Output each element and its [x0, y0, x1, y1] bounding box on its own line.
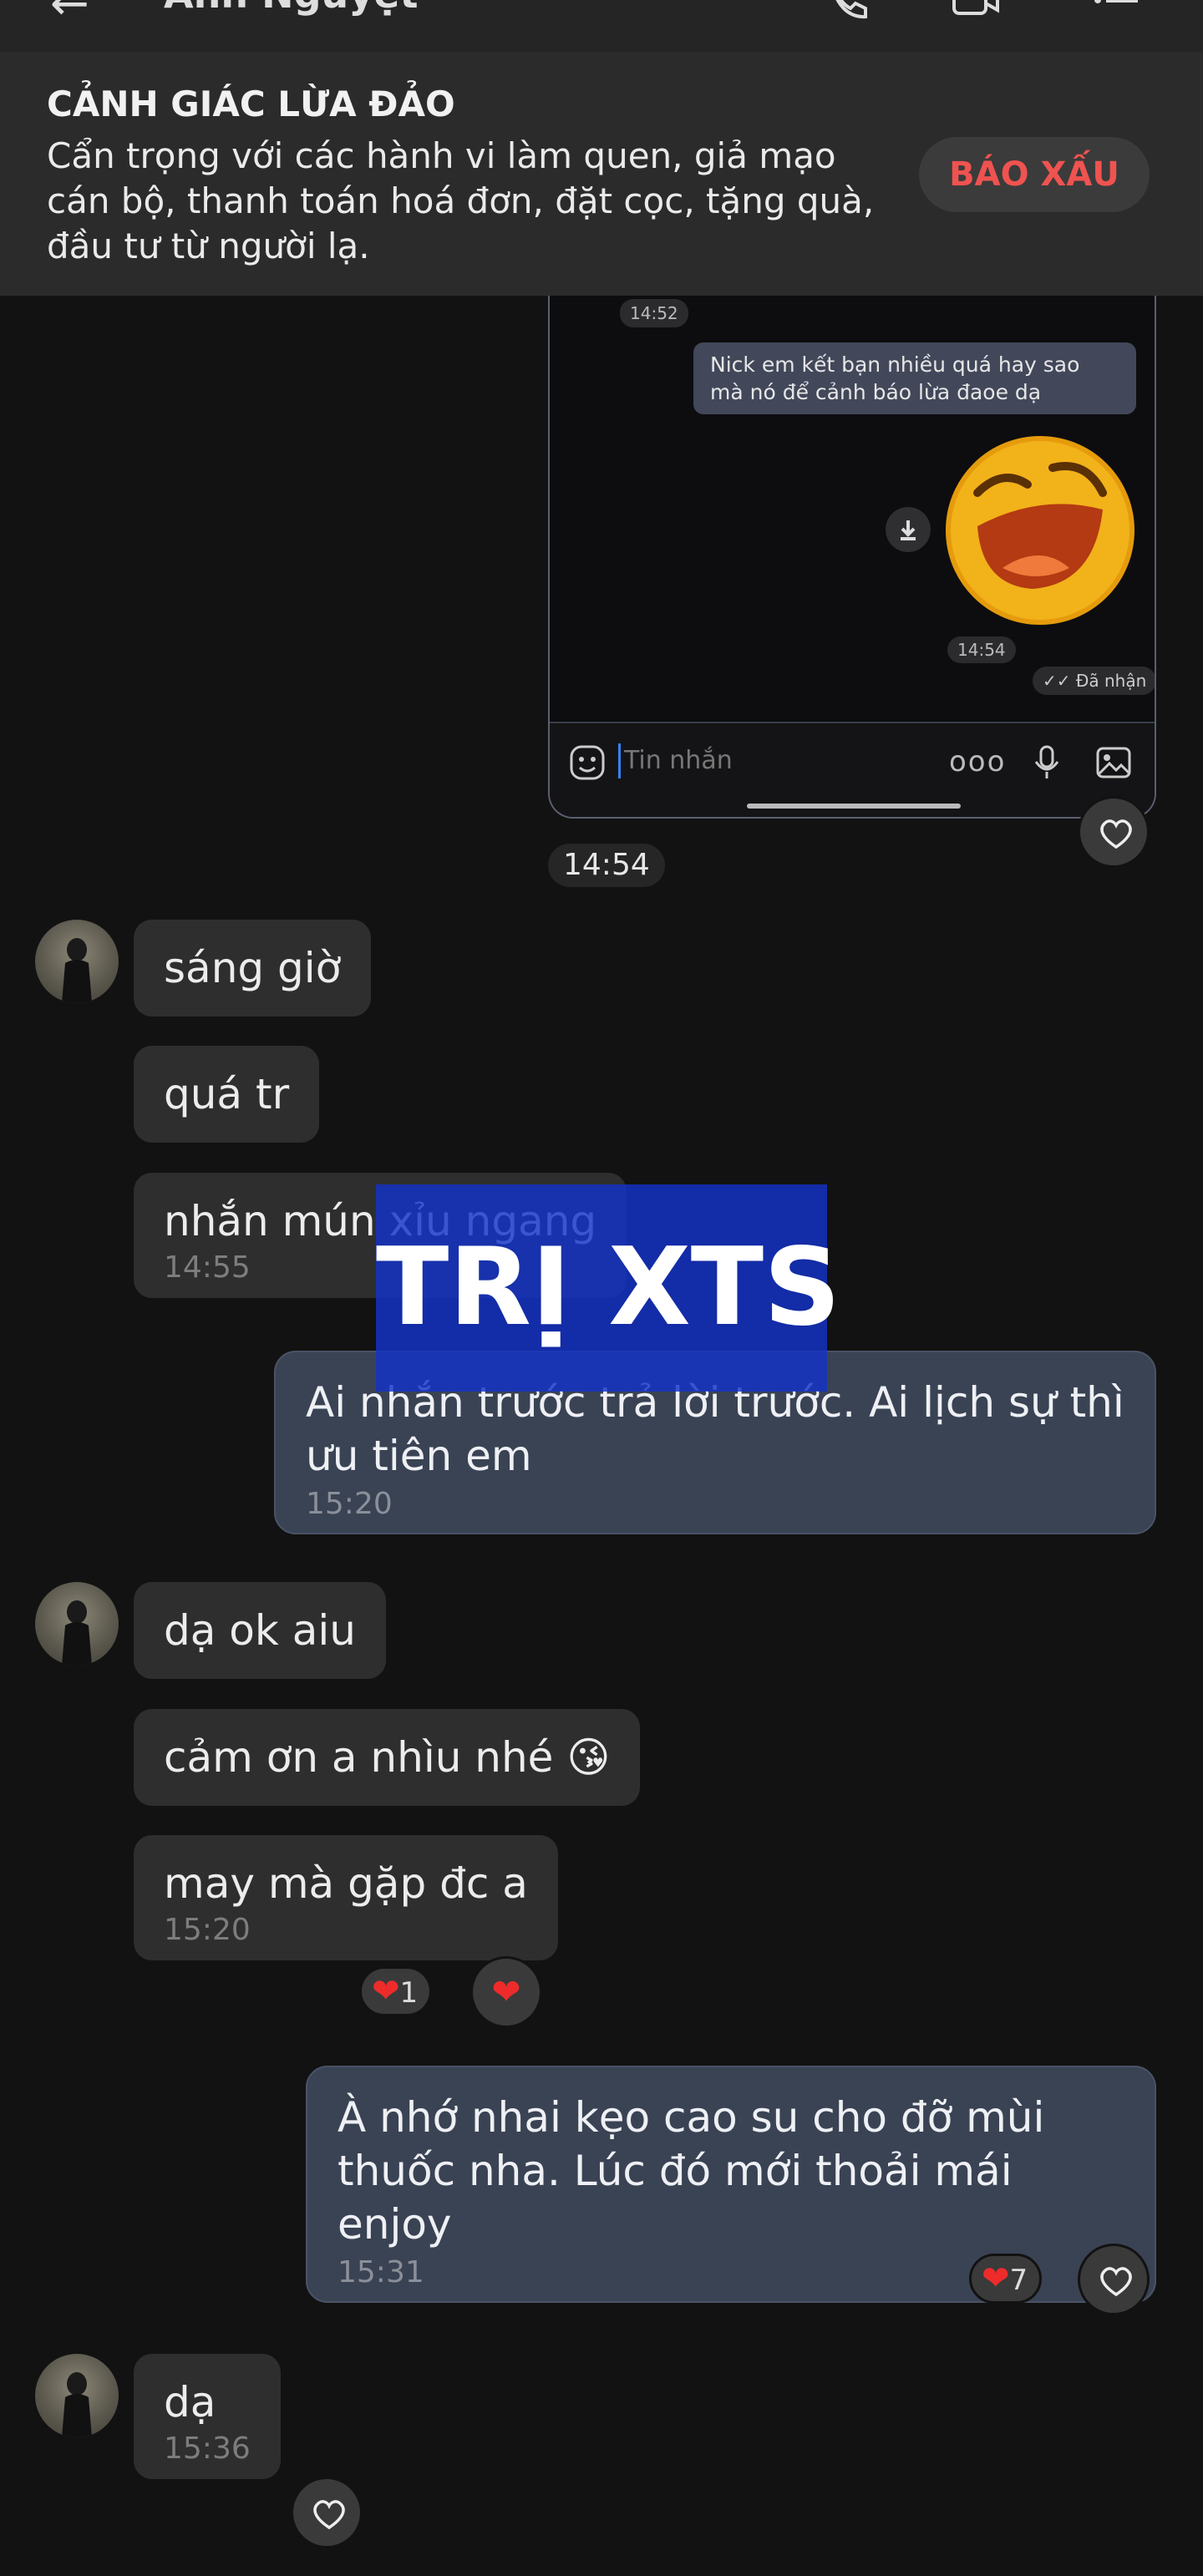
- sticker-face-icon: [570, 745, 605, 780]
- incoming-message[interactable]: quá tr: [134, 1046, 320, 1143]
- reaction-count-badge[interactable]: ❤7: [969, 2254, 1043, 2304]
- report-button[interactable]: BÁO XẤU: [919, 137, 1150, 212]
- reaction-count: 7: [1009, 2264, 1028, 2297]
- image-delivery-status: ✓✓ Đã nhận: [1033, 667, 1155, 695]
- incoming-message[interactable]: dạ 15:36: [134, 2354, 281, 2479]
- more-options-icon: ooo: [949, 745, 1007, 778]
- gesture-bar: [747, 804, 961, 809]
- message-text: dạ: [164, 2378, 216, 2426]
- watermark-overlay: TRỊ XTS: [376, 1184, 840, 1392]
- message-time: 15:20: [306, 1487, 393, 1521]
- message-text: cảm ơn a nhìu nhé 😘: [164, 1733, 611, 1782]
- heart-outline-icon: [1100, 2267, 1132, 2297]
- banner-title: CẢNH GIÁC LỪA ĐẢO: [47, 84, 455, 124]
- microphone-icon: [1034, 745, 1059, 778]
- heart-reaction-button[interactable]: ❤: [470, 1956, 542, 2028]
- download-icon: [886, 507, 931, 552]
- avatar[interactable]: [35, 2354, 119, 2437]
- screenshot-image-message[interactable]: 14:52 Nick em kết bạn nhiều quá hay sao …: [548, 296, 1156, 819]
- like-heart-button[interactable]: [1078, 796, 1150, 868]
- message-text: quá tr: [164, 1070, 290, 1118]
- like-heart-button[interactable]: [291, 2477, 363, 2548]
- message-time: 15:36: [164, 2431, 251, 2466]
- like-heart-button[interactable]: [1078, 2244, 1150, 2315]
- image-time-bottom: 14:54: [947, 636, 1016, 663]
- avatar[interactable]: [35, 920, 119, 1003]
- reaction-count: 1: [399, 1976, 419, 2010]
- message-text: may mà gặp đc a: [164, 1859, 528, 1908]
- avatar[interactable]: [35, 1582, 119, 1666]
- message-text: sáng giờ: [164, 944, 342, 992]
- image-time-top: 14:52: [620, 299, 688, 327]
- back-arrow-icon[interactable]: ←: [50, 0, 89, 31]
- phone-call-icon[interactable]: [819, 0, 869, 25]
- banner-text: Cẩn trọng với các hành vi làm quen, giả …: [47, 135, 875, 266]
- image-input-placeholder: Tin nhắn: [618, 743, 733, 778]
- heart-filled-icon: ❤: [491, 1971, 521, 2012]
- menu-icon[interactable]: [1091, 0, 1141, 25]
- incoming-message[interactable]: cảm ơn a nhìu nhé 😘: [134, 1709, 641, 1806]
- message-time: 15:20: [164, 1913, 251, 1947]
- laughing-face-sticker-icon: [946, 436, 1134, 625]
- message-text: À nhớ nhai kẹo cao su cho đỡ mùi thuốc n…: [338, 2093, 1045, 2249]
- time-divider: 14:54: [548, 844, 665, 887]
- incoming-message[interactable]: may mà gặp đc a 15:20: [134, 1835, 558, 1960]
- incoming-message[interactable]: dạ ok aiu: [134, 1582, 386, 1679]
- incoming-message[interactable]: sáng giờ: [134, 920, 372, 1017]
- image-gallery-icon: [1096, 747, 1131, 778]
- scam-warning-banner: CẢNH GIÁC LỪA ĐẢO Cẩn trọng với các hành…: [0, 52, 1203, 296]
- heart-outline-icon: [313, 2500, 345, 2530]
- heart-filled-icon: ❤: [982, 2259, 1010, 2298]
- message-text: Ai nhắn trước trả lời trước. Ai lịch sự …: [306, 1378, 1124, 1480]
- image-message-text: Nick em kết bạn nhiều quá hay sao mà nó …: [693, 342, 1136, 414]
- top-app-bar: ← Anh Nguyệt: [0, 0, 1203, 52]
- heart-filled-icon: ❤: [372, 1972, 400, 2011]
- reaction-count-badge[interactable]: ❤1: [359, 1966, 433, 2016]
- message-text: dạ ok aiu: [164, 1606, 356, 1655]
- video-call-icon[interactable]: [951, 0, 1001, 25]
- heart-outline-icon: [1100, 819, 1132, 849]
- image-input-bar: Tin nhắn ooo: [550, 722, 1155, 817]
- contact-name[interactable]: Anh Nguyệt: [164, 0, 418, 17]
